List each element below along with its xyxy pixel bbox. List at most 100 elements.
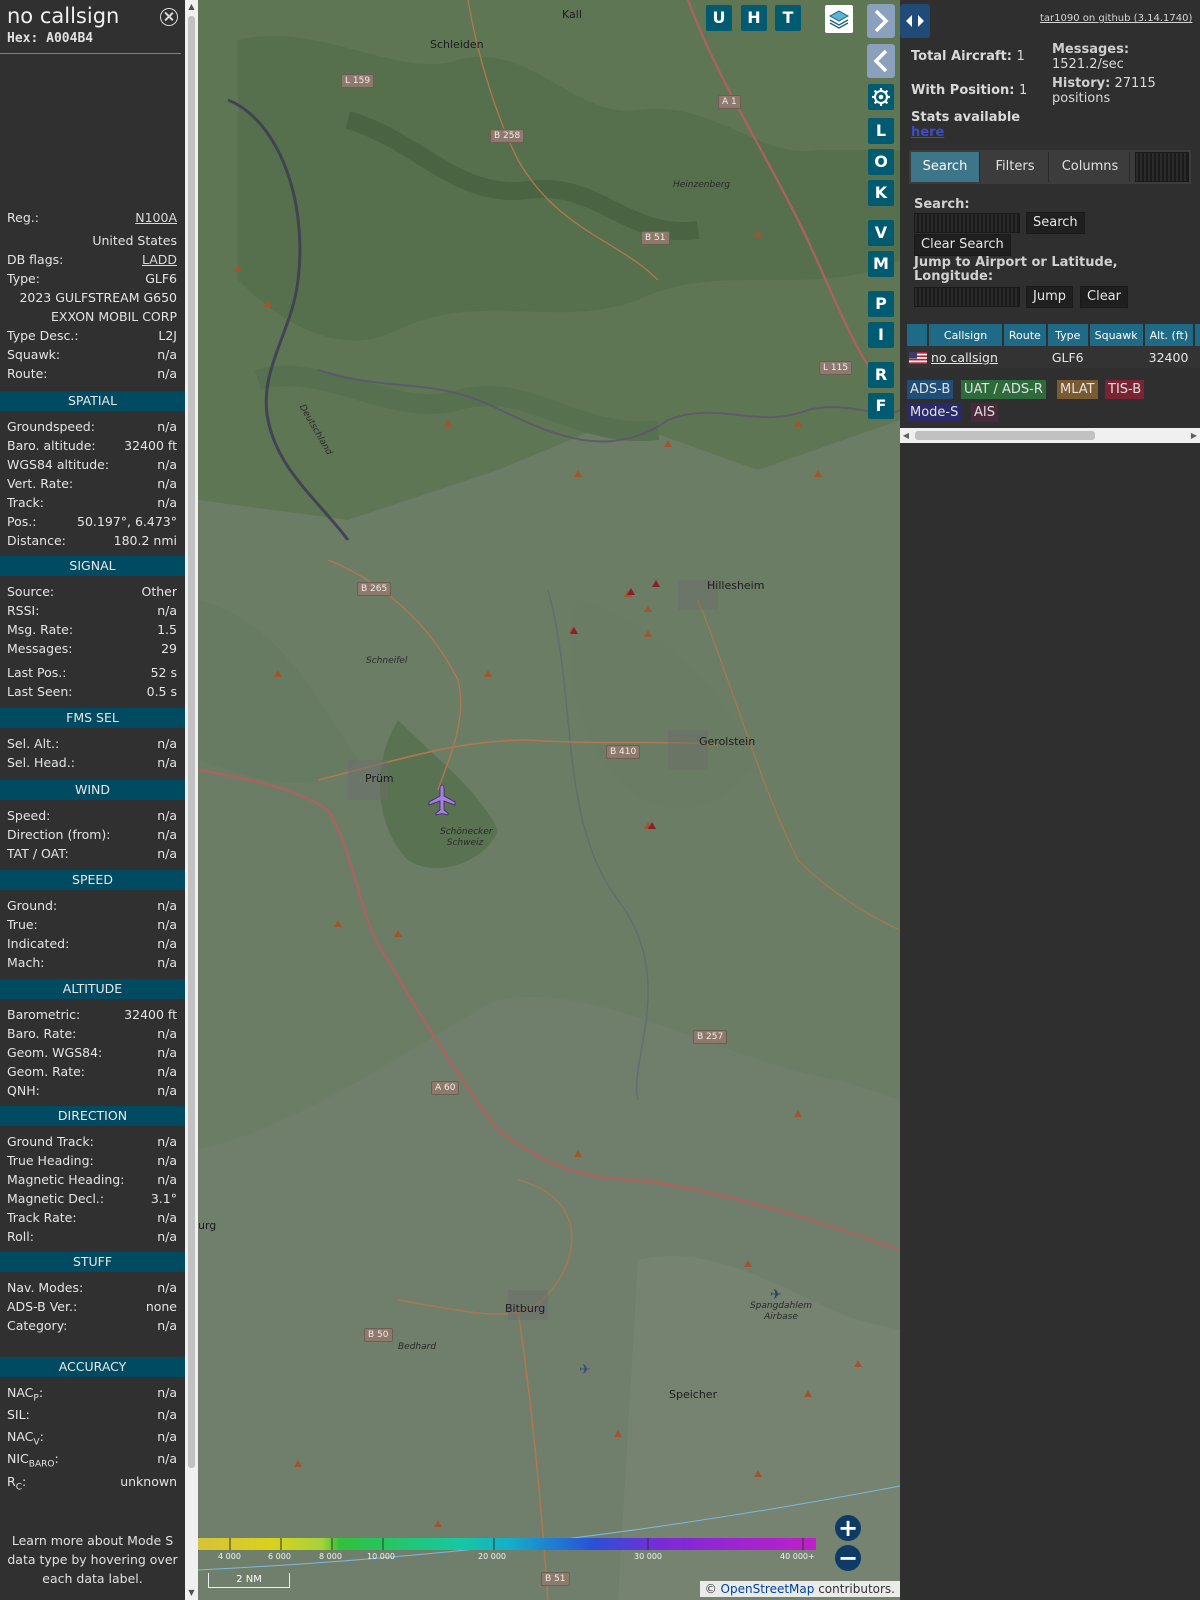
accuracy-label[interactable]: NICBARO: — [7, 1450, 59, 1474]
direction-label[interactable]: Roll: — [7, 1228, 34, 1246]
osm-link[interactable]: OpenStreetMap — [721, 1582, 815, 1596]
altitude-label[interactable]: Barometric: — [7, 1006, 80, 1024]
spatial-label[interactable]: WGS84 altitude: — [7, 456, 109, 474]
toggle-h-button[interactable]: H — [741, 5, 767, 31]
layers-button[interactable] — [825, 5, 853, 33]
scroll-thumb[interactable] — [188, 16, 195, 1468]
scroll-up-arrow-icon[interactable]: ▲ — [185, 0, 198, 14]
table-row[interactable]: no callsign GLF6 32400 — [907, 346, 1200, 368]
direction-label[interactable]: Magnetic Heading: — [7, 1171, 124, 1189]
toggle-p-button[interactable]: P — [868, 291, 894, 317]
github-link[interactable]: tar1090 on github (3.14.1740) — [1040, 13, 1192, 24]
wind-label[interactable]: Direction (from): — [7, 826, 111, 844]
signal-label[interactable]: Messages: — [7, 640, 73, 658]
wind-label[interactable]: Speed: — [7, 807, 50, 825]
speed-label[interactable]: True: — [7, 916, 38, 934]
table-horizontal-scrollbar[interactable]: ◀ ▶ — [900, 428, 1200, 443]
jump-button[interactable]: Jump — [1026, 286, 1073, 308]
altitude-label[interactable]: QNH: — [7, 1082, 40, 1100]
label-text: NAC — [7, 1385, 34, 1400]
toggle-t-button[interactable]: T — [775, 5, 801, 31]
scroll-left-arrow-icon[interactable]: ◀ — [900, 428, 912, 443]
altitude-label[interactable]: Baro. Rate: — [7, 1025, 76, 1043]
toggle-k-button[interactable]: K — [868, 180, 894, 206]
toggle-u-button[interactable]: U — [706, 5, 732, 31]
stuff-row: Nav. Modes: n/a — [7, 1279, 177, 1297]
toggle-m-button[interactable]: M — [868, 251, 894, 277]
spatial-label[interactable]: Pos.: — [7, 513, 36, 531]
speed-label[interactable]: Mach: — [7, 954, 44, 972]
close-icon[interactable] — [160, 8, 178, 26]
accuracy-label[interactable]: NACV: — [7, 1428, 44, 1452]
toggle-r-button[interactable]: R — [868, 362, 894, 388]
tab-columns[interactable]: Columns — [1051, 152, 1130, 182]
zoom-out-button[interactable]: − — [835, 1545, 861, 1571]
collapse-sidebar-button[interactable] — [867, 44, 895, 78]
zoom-in-button[interactable]: + — [835, 1515, 861, 1541]
accuracy-label[interactable]: NACP: — [7, 1384, 43, 1408]
table-header-s[interactable]: S — [1194, 324, 1200, 346]
spatial-label[interactable]: Baro. altitude: — [7, 437, 96, 455]
toggle-i-button[interactable]: I — [868, 322, 894, 348]
ladd-link[interactable]: LADD — [142, 251, 177, 269]
table-header-route[interactable]: Route — [1002, 324, 1048, 346]
direction-label[interactable]: True Heading: — [7, 1152, 94, 1170]
tab-filters[interactable]: Filters — [982, 152, 1049, 182]
table-header-type[interactable]: Type — [1046, 324, 1090, 346]
direction-label[interactable]: Track Rate: — [7, 1209, 77, 1227]
toggle-o-button[interactable]: O — [868, 149, 894, 175]
toggle-l-button[interactable]: L — [868, 118, 894, 144]
reg-link[interactable]: N100A — [135, 209, 177, 227]
spatial-label[interactable]: Distance: — [7, 532, 66, 550]
clear-button[interactable]: Clear — [1080, 286, 1128, 308]
scroll-down-arrow-icon[interactable]: ▼ — [185, 1586, 198, 1600]
direction-label[interactable]: Ground Track: — [7, 1133, 94, 1151]
altitude-label[interactable]: Geom. Rate: — [7, 1063, 85, 1081]
speed-label[interactable]: Indicated: — [7, 935, 69, 953]
stuff-label[interactable]: Category: — [7, 1317, 67, 1335]
direction-label[interactable]: Magnetic Decl.: — [7, 1190, 104, 1208]
search-button[interactable]: Search — [1026, 212, 1085, 234]
table-header-flag[interactable] — [907, 324, 930, 346]
settings-button[interactable] — [868, 84, 894, 110]
tab-search[interactable]: Search — [911, 152, 980, 182]
toggle-f-button[interactable]: F — [868, 393, 894, 419]
row-callsign[interactable]: no callsign — [931, 350, 998, 365]
table-header-callsign[interactable]: Callsign — [928, 324, 1004, 346]
accuracy-label[interactable]: SIL: — [7, 1406, 30, 1424]
toggle-sidebar-width-button[interactable] — [900, 4, 930, 38]
stuff-label[interactable]: Nav. Modes: — [7, 1279, 83, 1297]
selected-aircraft-icon[interactable] — [428, 784, 456, 818]
road-label: A 1 — [718, 95, 741, 109]
wind-label[interactable]: TAT / OAT: — [7, 845, 69, 863]
horizontal-scroll-thumb[interactable] — [915, 431, 1095, 440]
altitude-value: n/a — [157, 1083, 177, 1098]
table-header-squawk[interactable]: Squawk — [1088, 324, 1145, 346]
signal-label[interactable]: Msg. Rate: — [7, 621, 73, 639]
signal-label[interactable]: RSSI: — [7, 602, 39, 620]
signal-label[interactable]: Source: — [7, 583, 54, 601]
table-header-alt[interactable]: Alt. (ft) — [1143, 324, 1196, 346]
speed-label[interactable]: Ground: — [7, 897, 57, 915]
signal-label[interactable]: Last Seen: — [7, 683, 72, 701]
expand-sidebar-button[interactable] — [867, 4, 895, 38]
stuff-label[interactable]: ADS-B Ver.: — [7, 1298, 77, 1316]
altitude-row: Baro. Rate: n/a — [7, 1025, 177, 1043]
info-scrollbar[interactable]: ▲ ▼ — [185, 0, 198, 1600]
altitude-value: n/a — [157, 1064, 177, 1079]
accuracy-label[interactable]: RC: — [7, 1473, 26, 1497]
signal-label[interactable]: Last Pos.: — [7, 664, 66, 682]
spatial-label[interactable]: Track: — [7, 494, 44, 512]
toggle-v-button[interactable]: V — [868, 220, 894, 246]
altitude-label[interactable]: Geom. WGS84: — [7, 1044, 102, 1062]
scroll-right-arrow-icon[interactable]: ▶ — [1188, 428, 1200, 443]
fms-label[interactable]: Sel. Alt.: — [7, 735, 59, 753]
search-input[interactable] — [914, 213, 1020, 233]
clear-search-button[interactable]: Clear Search — [914, 234, 1011, 256]
stats-here-link[interactable]: here — [911, 125, 944, 140]
jump-input[interactable] — [914, 287, 1020, 307]
map[interactable]: ✈ ✈ Kall Schleiden Heinzenberg Hilleshei… — [198, 0, 900, 1600]
spatial-label[interactable]: Groundspeed: — [7, 418, 95, 436]
spatial-label[interactable]: Vert. Rate: — [7, 475, 73, 493]
fms-label[interactable]: Sel. Head.: — [7, 754, 75, 772]
